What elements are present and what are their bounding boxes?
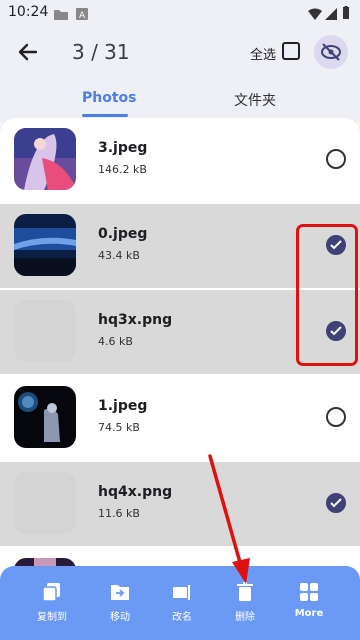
file-size: 43.4 kB [98, 249, 140, 262]
file-size: 74.5 kB [98, 421, 140, 434]
list-item[interactable]: 3.jpeg 146.2 kB [0, 118, 360, 202]
unselected-radio-icon[interactable] [326, 149, 346, 169]
file-name: 0.jpeg [98, 226, 148, 242]
checkbox-icon[interactable] [282, 42, 300, 60]
more-button[interactable]: More [279, 582, 339, 619]
rename-icon [172, 582, 192, 602]
select-all-label[interactable]: 全选 [250, 44, 276, 63]
list-item[interactable]: hq4x.png 11.6 kB [0, 462, 360, 546]
delete-button[interactable]: 删除 [215, 582, 275, 623]
rename-button[interactable]: 改名 [152, 582, 212, 623]
file-name: hq3x.png [98, 312, 173, 328]
unselected-radio-icon[interactable] [326, 407, 346, 427]
file-size: 11.6 kB [98, 507, 140, 520]
app-bar: 3 / 31 全选 [0, 24, 360, 80]
delete-icon [235, 582, 255, 602]
active-tab-indicator [82, 114, 128, 117]
grid-icon [299, 582, 319, 602]
delete-label: 删除 [235, 612, 255, 623]
copy-icon [42, 582, 62, 602]
file-size: 4.6 kB [98, 335, 133, 348]
eye-off-icon[interactable] [314, 35, 348, 69]
file-name: 1.jpeg [98, 398, 148, 414]
annotation-box [296, 224, 358, 366]
file-list: 3.jpeg 146.2 kB 0.jpeg 43.4 kB hq3x.png … [0, 118, 360, 640]
svg-text:A: A [79, 11, 86, 20]
signal-icon [325, 5, 337, 24]
a-icon: A [76, 5, 88, 24]
copy-to-label: 复制到 [37, 612, 67, 623]
file-name: hq4x.png [98, 484, 173, 500]
thumbnail-image [14, 214, 76, 276]
rename-label: 改名 [172, 612, 192, 623]
battery-icon [342, 5, 350, 24]
thumbnail-image [14, 472, 76, 534]
tab-photos[interactable]: Photos [82, 90, 137, 106]
move-button[interactable]: 移动 [90, 582, 150, 623]
move-folder-icon [110, 582, 130, 602]
bottom-action-bar: 复制到 移动 改名 删除 More [0, 566, 360, 640]
copy-to-button[interactable]: 复制到 [22, 582, 82, 623]
file-size: 146.2 kB [98, 163, 147, 176]
page-title: 3 / 31 [72, 40, 130, 64]
status-bar: 10:24 A [0, 0, 360, 24]
status-time: 10:24 [8, 4, 49, 20]
wifi-icon [308, 5, 322, 24]
folder-icon [54, 5, 68, 24]
thumbnail-image [14, 300, 76, 362]
thumbnail-image [14, 128, 76, 190]
back-arrow-icon[interactable] [14, 38, 42, 66]
tab-folders[interactable]: 文件夹 [234, 90, 276, 110]
list-item[interactable]: 1.jpeg 74.5 kB [0, 376, 360, 460]
more-label: More [294, 608, 324, 619]
move-label: 移动 [110, 612, 130, 623]
file-name: 3.jpeg [98, 140, 148, 156]
tab-bar: Photos 文件夹 [0, 80, 360, 118]
thumbnail-image [14, 386, 76, 448]
checked-radio-icon[interactable] [326, 493, 346, 513]
